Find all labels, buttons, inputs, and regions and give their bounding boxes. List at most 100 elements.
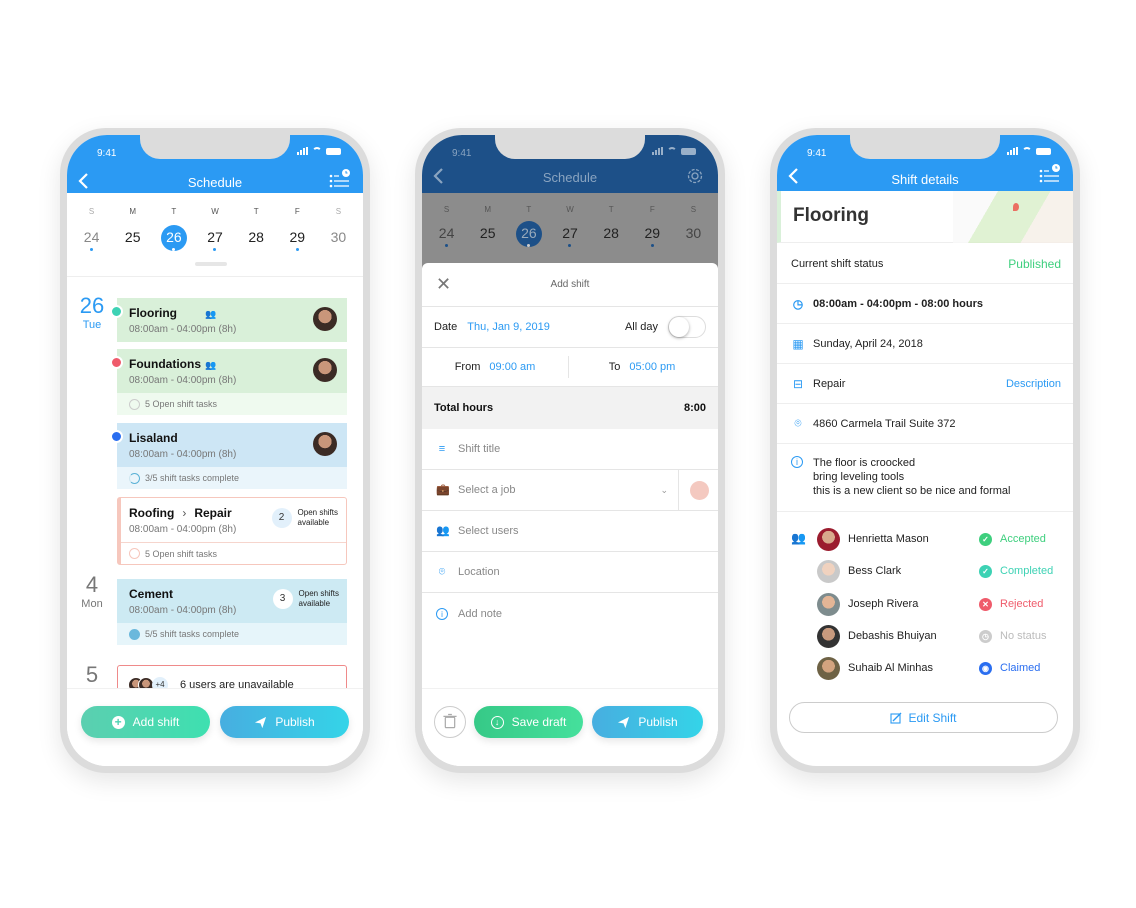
day-24[interactable]: 24 — [426, 221, 467, 247]
shift-title: Lisaland — [129, 431, 178, 445]
day-number: 25 — [124, 229, 141, 245]
event-dot — [213, 248, 217, 251]
to-field[interactable]: To 05:00 pm — [569, 361, 715, 373]
add-shift-label: Add shift — [132, 715, 180, 729]
open-shifts-line: available — [298, 599, 331, 608]
member-row[interactable]: Suhaib Al Minhas ◉ Claimed — [817, 656, 1062, 680]
avatar — [817, 624, 840, 648]
schedule-list-icon[interactable] — [329, 168, 351, 188]
add-shift-screen: Schedule 9:41 S M T W T F S 24 25 26 27 … — [422, 135, 718, 766]
to-label: To — [608, 361, 621, 373]
settings-gear-icon[interactable] — [684, 166, 706, 186]
weekday-label: S — [690, 205, 697, 214]
clock-icon: ◷ — [979, 629, 992, 643]
date-value[interactable]: Thu, Jan 9, 2019 — [467, 321, 550, 333]
shift-card-foundations[interactable]: Foundations 👥 08:00am - 04:00pm (8h) 5 Op… — [110, 349, 347, 415]
member-row[interactable]: Debashis Bhuiyan ◷ No status — [817, 624, 1062, 648]
avatar — [313, 432, 337, 456]
notch — [140, 135, 290, 159]
from-field[interactable]: From 09:00 am — [422, 361, 568, 373]
sheet-title: Add shift — [550, 279, 590, 290]
tasks-text: 5 Open shift tasks — [145, 548, 218, 559]
status-time: 9:41 — [97, 148, 117, 159]
shift-title-text: Flooring — [129, 306, 177, 320]
description-link[interactable]: Description — [1006, 378, 1061, 390]
day-26-selected[interactable]: 26 — [153, 225, 194, 251]
member-row[interactable]: Joseph Rivera ✕ Rejected — [817, 592, 1062, 616]
add-shift-button[interactable]: + Add shift — [81, 706, 210, 738]
weekday-label: S — [443, 205, 450, 214]
users-icon: 👥 — [436, 525, 450, 537]
weekday-label: F — [649, 205, 655, 214]
day-28[interactable]: 28 — [591, 221, 632, 247]
total-hours-value: 8:00 — [683, 402, 706, 414]
divider — [67, 276, 363, 277]
member-row[interactable]: Bess Clark ✓ Completed — [817, 559, 1062, 583]
nav-title: Schedule — [542, 170, 598, 185]
drag-handle[interactable] — [195, 262, 227, 266]
shift-card-lisaland[interactable]: Lisaland 08:00am - 04:00pm (8h) 3/5 shif… — [110, 423, 347, 489]
day-30[interactable]: 30 — [673, 221, 714, 247]
day-29[interactable]: 29 — [277, 225, 318, 251]
event-dot — [650, 244, 654, 247]
day-25[interactable]: 25 — [467, 221, 508, 247]
event-dot — [568, 244, 572, 247]
signal-icon — [297, 147, 308, 155]
member-status: ✕ Rejected — [979, 597, 1043, 611]
job-color-swatch[interactable] — [690, 481, 709, 500]
day-30[interactable]: 30 — [318, 225, 359, 251]
member-row[interactable]: Henrietta Mason ✓ Accepted — [817, 527, 1062, 551]
publish-button[interactable]: Publish — [220, 706, 349, 738]
day-25[interactable]: 25 — [112, 225, 153, 251]
shift-title-input[interactable]: ≡ Shift title — [422, 429, 718, 470]
delete-button[interactable] — [434, 706, 466, 738]
time-row: ◷ 08:00am - 04:00pm - 08:00 hours — [777, 284, 1073, 324]
publish-label: Publish — [638, 715, 678, 729]
shift-card-flooring[interactable]: Flooring 👥 08:00am - 04:00pm (8h) — [110, 298, 347, 342]
progress-ring-icon — [129, 472, 140, 484]
shift-card-roofing[interactable]: Roofing › Repair 08:00am - 04:00pm (8h) 2 … — [117, 497, 347, 565]
publish-button[interactable]: Publish — [592, 706, 703, 738]
all-day-label: All day — [624, 321, 658, 333]
wifi-icon — [1022, 147, 1032, 155]
day-27[interactable]: 27 — [549, 221, 590, 247]
day-24[interactable]: 24 — [71, 225, 112, 251]
note-input[interactable]: i Add note — [422, 593, 718, 634]
all-day-toggle[interactable] — [668, 316, 706, 338]
wifi-icon — [312, 147, 322, 155]
job-select[interactable]: 💼 Select a job ⌄ — [422, 470, 718, 511]
shift-main: Lisaland 08:00am - 04:00pm (8h) — [110, 423, 347, 467]
schedule-list-icon[interactable] — [1039, 163, 1061, 183]
day-26-selected[interactable]: 26 — [508, 221, 549, 247]
users-select[interactable]: 👥 Select users — [422, 511, 718, 552]
date-number: 5 — [85, 662, 99, 687]
location-input[interactable]: ⌾ Location — [422, 552, 718, 593]
edit-shift-button[interactable]: Edit Shift — [789, 702, 1058, 733]
tasks-text: 3/5 shift tasks complete — [145, 473, 240, 483]
member-name: Bess Clark — [848, 565, 902, 577]
day-27[interactable]: 27 — [194, 225, 235, 251]
location-map[interactable] — [953, 191, 1073, 243]
sheet-header: ✕ Add shift — [422, 263, 718, 307]
task-circle-icon — [129, 398, 140, 410]
shift-card-cement[interactable]: Cement 08:00am - 04:00pm (8h) 3 Open shi… — [117, 579, 347, 645]
close-icon[interactable]: ✕ — [436, 275, 451, 293]
note-text: The floor is croocked bring leveling too… — [813, 456, 1011, 498]
phone-schedule: Schedule 9:41 S M T W T F S 24 25 26 27 … — [60, 128, 370, 773]
chevron-down-icon: ⌄ — [660, 484, 668, 495]
total-hours-label: Total hours — [434, 402, 494, 414]
day-28[interactable]: 28 — [236, 225, 277, 251]
schedule-screen: Schedule 9:41 S M T W T F S 24 25 26 27 … — [67, 135, 363, 766]
shift-hours: 08:00am - 04:00pm (8h) — [129, 324, 237, 335]
save-draft-button[interactable]: ↓ Save draft — [474, 706, 583, 738]
member-status: ✓ Completed — [979, 564, 1053, 578]
day-29[interactable]: 29 — [632, 221, 673, 247]
note-line: this is a new client so be nice and form… — [813, 485, 1011, 497]
member-status: ◉ Claimed — [979, 661, 1040, 675]
avatar — [313, 307, 337, 331]
date-group-5: 5 — [75, 662, 109, 688]
check-circle-icon — [129, 628, 140, 640]
event-dot — [295, 248, 299, 251]
nav-title: Schedule — [187, 175, 243, 190]
open-shifts-badge: 2 Open shifts available — [271, 508, 338, 528]
